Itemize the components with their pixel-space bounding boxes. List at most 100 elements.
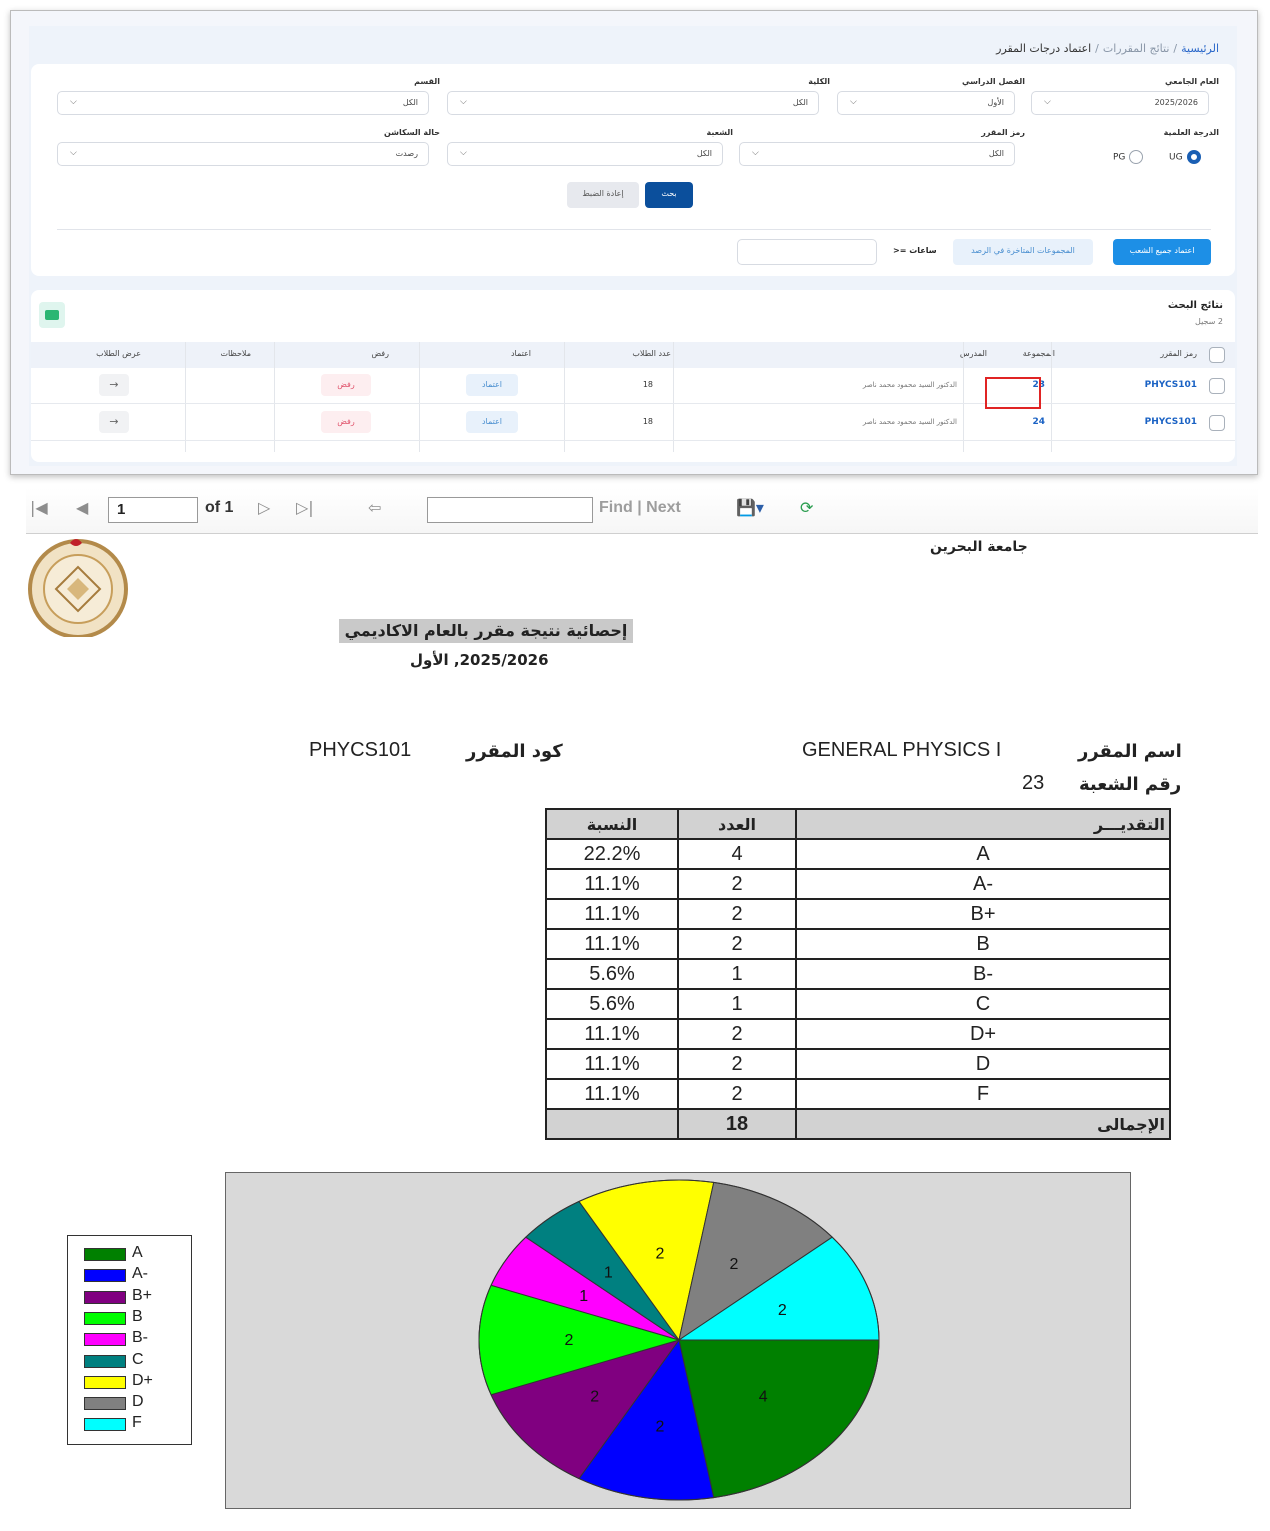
- back-icon[interactable]: ⇦: [368, 498, 381, 517]
- status-select[interactable]: رصدت ⌵: [57, 142, 429, 166]
- export-save-icon[interactable]: 💾▾: [736, 498, 764, 517]
- approve-button[interactable]: اعتماد: [466, 374, 518, 396]
- view-students-button[interactable]: →: [99, 374, 129, 396]
- degree-ug-radio[interactable]: UG: [1169, 150, 1201, 164]
- degree-pg-label: PG: [1113, 152, 1126, 163]
- degree-pg-radio[interactable]: PG: [1113, 150, 1144, 164]
- breadcrumb-course-results[interactable]: نتائج المقررات: [1103, 42, 1170, 55]
- grade-row: 11.1% 2 B+: [545, 898, 1171, 930]
- chevron-down-icon: ⌵: [460, 148, 467, 158]
- section-number: 23: [1022, 772, 1045, 794]
- total-percent-cell: [545, 1108, 679, 1140]
- view-students-button[interactable]: →: [99, 411, 129, 433]
- grade-letter: A: [795, 838, 1171, 870]
- previous-page-icon[interactable]: ◀: [76, 498, 88, 517]
- grade-row: 22.2% 4 A: [545, 838, 1171, 870]
- reset-button[interactable]: إعادة الضبط: [567, 182, 639, 208]
- highlight-box: [985, 377, 1041, 409]
- pie-chart: 4 2 2 2 11 2 2 2: [478, 1179, 880, 1501]
- college-select[interactable]: الكل ⌵: [447, 91, 819, 115]
- academic-year-value: 2025/2026: [1154, 98, 1198, 107]
- grade-letter: D: [795, 1048, 1171, 1080]
- late-groups-button[interactable]: المجموعات المتاخرة في الرصد: [953, 239, 1093, 265]
- results-title: نتائج البحث: [1167, 300, 1223, 311]
- approve-button[interactable]: اعتماد: [466, 411, 518, 433]
- next-page-icon[interactable]: ▷: [258, 498, 270, 517]
- refresh-icon[interactable]: ⟳: [800, 498, 813, 517]
- grade-percent: 22.2%: [545, 838, 679, 870]
- web-screenshot: الرئيسية/نتائج المقررات/اعتماد درجات الم…: [10, 10, 1258, 475]
- grade-percent: 11.1%: [545, 928, 679, 960]
- grade-count: 2: [677, 928, 797, 960]
- legend-label: A-: [132, 1265, 148, 1283]
- pie-data-label: 2: [655, 1245, 664, 1262]
- pie-data-label: 2: [655, 1419, 664, 1436]
- radio-empty-icon: [1129, 150, 1144, 164]
- pie-data-label: 1: [604, 1265, 613, 1282]
- course-code-link[interactable]: PHYCS101: [1145, 417, 1197, 427]
- excel-export-button[interactable]: [39, 302, 65, 328]
- find-input[interactable]: [427, 497, 593, 523]
- grade-letter: B: [795, 928, 1171, 960]
- table-row[interactable]: PHYCS101 23 الدكتور السيد محمود محمد ناص…: [31, 368, 1235, 404]
- grade-letter: F: [795, 1078, 1171, 1110]
- course-code: PHYCS101: [309, 739, 412, 761]
- column-header: ملاحظات: [220, 349, 251, 358]
- legend-label: D+: [132, 1371, 153, 1389]
- college-label: الكلية: [808, 77, 830, 86]
- page-number-input[interactable]: 1: [108, 497, 198, 523]
- grade-row: 5.6% 1 C: [545, 988, 1171, 1020]
- course-code-link[interactable]: PHYCS101: [1145, 380, 1197, 390]
- student-count: 18: [642, 417, 653, 426]
- total-row: 18 الإجمالى: [545, 1108, 1171, 1140]
- legend-label: C: [132, 1350, 144, 1368]
- select-all-checkbox[interactable]: [1209, 347, 1225, 363]
- row-checkbox[interactable]: [1209, 415, 1225, 431]
- percent-header: النسبة: [545, 808, 679, 840]
- results-card: نتائج البحث 2 سجيل رمز المقرر المجموعة ا…: [31, 290, 1235, 462]
- course-code-select[interactable]: الكل ⌵: [739, 142, 1015, 166]
- legend-swatch: [84, 1311, 126, 1325]
- grade-count: 2: [677, 898, 797, 930]
- breadcrumb-home[interactable]: الرئيسية: [1181, 42, 1219, 55]
- excel-icon: [45, 310, 59, 320]
- grade-percent: 5.6%: [545, 988, 679, 1020]
- course-name: GENERAL PHYSICS I: [802, 739, 1002, 761]
- university-name: جامعة البحرين: [930, 539, 1028, 555]
- approve-all-sections-button[interactable]: اعتماد جميع الشعب: [1113, 239, 1211, 265]
- pie-data-label: 2: [590, 1389, 599, 1406]
- last-page-icon[interactable]: ▷|: [296, 498, 314, 517]
- legend-label: B+: [132, 1286, 153, 1304]
- semester-value: الأول: [987, 98, 1004, 107]
- reject-button[interactable]: رفض: [321, 411, 371, 433]
- table-row[interactable]: PHYCS101 24 الدكتور السيد محمود محمد ناص…: [31, 405, 1235, 441]
- search-button[interactable]: بحث: [645, 182, 693, 208]
- row-checkbox[interactable]: [1209, 378, 1225, 394]
- chart-legend: A A- B+ B B- C D+ D F: [67, 1235, 192, 1445]
- legend-swatch: [84, 1418, 126, 1432]
- chevron-down-icon: ⌵: [70, 148, 77, 158]
- hours-label: ساعات =<: [893, 246, 937, 255]
- status-value: رصدت: [395, 149, 418, 158]
- first-page-icon[interactable]: |◀: [30, 498, 48, 517]
- grade-count: 4: [677, 838, 797, 870]
- semester-select[interactable]: الأول ⌵: [837, 91, 1015, 115]
- find-next-link[interactable]: Find | Next: [599, 499, 681, 517]
- department-select[interactable]: الكل ⌵: [57, 91, 429, 115]
- grade-letter: A-: [795, 868, 1171, 900]
- legend-label: A: [132, 1244, 143, 1261]
- pie-data-label: 2: [565, 1332, 574, 1349]
- section-select[interactable]: الكل ⌵: [447, 142, 723, 166]
- instructor-name: الدكتور السيد محمود محمد ناصر: [862, 381, 957, 389]
- grade-count: 2: [677, 1078, 797, 1110]
- reject-button[interactable]: رفض: [321, 374, 371, 396]
- column-header: عرض الطلاب: [96, 349, 141, 358]
- group-link[interactable]: 24: [1032, 417, 1045, 427]
- hours-input[interactable]: [737, 239, 877, 265]
- grade-count: 1: [677, 988, 797, 1020]
- department-label: القسم: [414, 77, 440, 86]
- column-header: رمز المقرر: [1160, 349, 1197, 358]
- breadcrumb-separator: /: [1173, 42, 1178, 55]
- course-code-value: الكل: [988, 149, 1004, 158]
- academic-year-select[interactable]: 2025/2026 ⌵: [1031, 91, 1209, 115]
